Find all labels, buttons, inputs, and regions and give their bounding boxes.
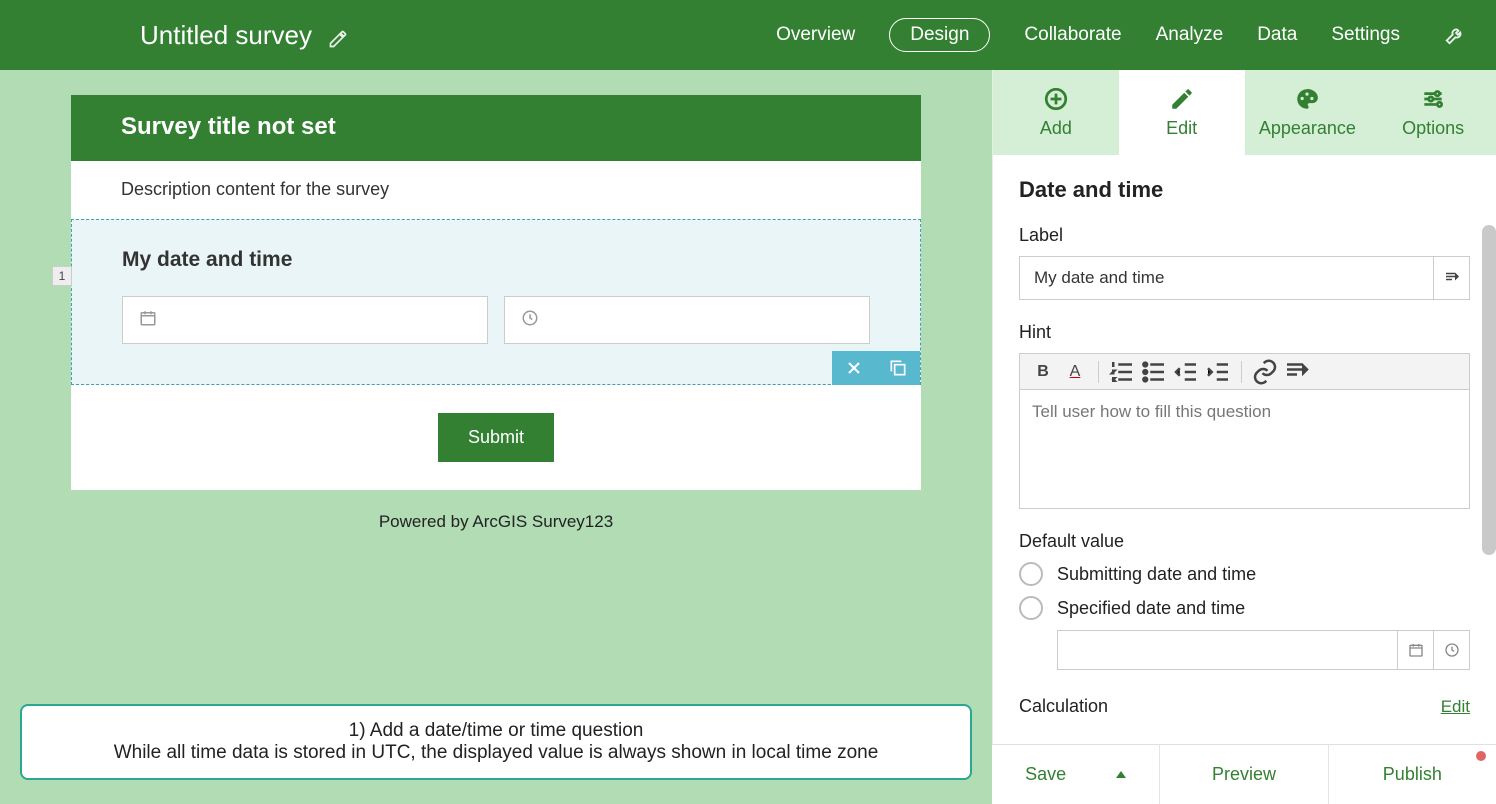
link-button[interactable]: [1250, 358, 1280, 386]
calculation-edit-link[interactable]: Edit: [1441, 697, 1470, 717]
calendar-icon: [139, 309, 157, 332]
default-value-label: Default value: [1019, 531, 1470, 552]
design-canvas: Survey title not set Description content…: [0, 70, 992, 804]
survey-title[interactable]: Untitled survey: [140, 20, 312, 51]
top-bar: Untitled survey Overview Design Collabor…: [0, 0, 1496, 70]
richtext-toolbar: B A: [1019, 353, 1470, 389]
survey-card: Survey title not set Description content…: [71, 95, 921, 490]
specified-value-input[interactable]: [1057, 630, 1398, 670]
nav-design[interactable]: Design: [889, 18, 990, 52]
time-input[interactable]: [504, 296, 870, 344]
bullet-list-button[interactable]: [1139, 358, 1169, 386]
tab-add[interactable]: Add: [993, 70, 1119, 155]
tab-options-label: Options: [1402, 118, 1464, 139]
nav-overview[interactable]: Overview: [776, 24, 855, 46]
font-color-button[interactable]: A: [1060, 358, 1090, 386]
delete-question-button[interactable]: [832, 351, 876, 385]
question-number: 1: [52, 266, 72, 286]
radio-submitting-label: Submitting date and time: [1057, 564, 1256, 585]
calculation-label: Calculation: [1019, 696, 1108, 717]
tab-appearance[interactable]: Appearance: [1245, 70, 1371, 155]
nav-collaborate[interactable]: Collaborate: [1024, 24, 1121, 46]
publish-button[interactable]: Publish: [1329, 745, 1496, 804]
question-datetime[interactable]: 1 My date and time: [71, 219, 921, 385]
indent-button[interactable]: [1203, 358, 1233, 386]
outdent-button[interactable]: [1171, 358, 1201, 386]
panel-heading: Date and time: [1019, 177, 1470, 203]
pencil-icon[interactable]: [328, 25, 348, 45]
label-field-label: Label: [1019, 225, 1470, 246]
tab-edit-label: Edit: [1166, 118, 1197, 139]
bold-button[interactable]: B: [1028, 358, 1058, 386]
scrollbar[interactable]: [1482, 225, 1496, 555]
duplicate-question-button[interactable]: [876, 351, 920, 385]
radio-specified[interactable]: [1019, 596, 1043, 620]
survey-description[interactable]: Description content for the survey: [71, 161, 921, 219]
unsaved-indicator-icon: [1476, 751, 1486, 761]
tab-options[interactable]: Options: [1370, 70, 1496, 155]
main-nav: Overview Design Collaborate Analyze Data…: [776, 18, 1466, 52]
numbered-list-button[interactable]: [1107, 358, 1137, 386]
hint-field-label: Hint: [1019, 322, 1470, 343]
powered-by: Powered by ArcGIS Survey123: [379, 512, 613, 532]
tutorial-callout: 1) Add a date/time or time question Whil…: [20, 704, 972, 780]
submit-button[interactable]: Submit: [438, 413, 554, 462]
panel-tabs: Add Edit Appearance Options: [993, 70, 1496, 155]
clock-icon: [521, 309, 539, 332]
nav-analyze[interactable]: Analyze: [1156, 24, 1224, 46]
specified-time-button[interactable]: [1434, 630, 1470, 670]
label-input[interactable]: [1019, 256, 1434, 300]
caret-up-icon: [1116, 771, 1126, 778]
nav-settings[interactable]: Settings: [1331, 24, 1400, 46]
date-input[interactable]: [122, 296, 488, 344]
properties-panel: Add Edit Appearance Options Date and tim…: [992, 70, 1496, 804]
save-button[interactable]: Save: [992, 745, 1160, 804]
expand-hint-button[interactable]: [1282, 358, 1312, 386]
preview-button[interactable]: Preview: [1160, 745, 1328, 804]
question-actions: [832, 351, 920, 385]
tutorial-line1: 1) Add a date/time or time question: [42, 720, 950, 742]
tab-edit[interactable]: Edit: [1119, 70, 1245, 155]
survey-header[interactable]: Survey title not set: [71, 95, 921, 161]
question-label: My date and time: [122, 248, 870, 272]
radio-submitting[interactable]: [1019, 562, 1043, 586]
radio-specified-label: Specified date and time: [1057, 598, 1245, 619]
tutorial-line2: While all time data is stored in UTC, th…: [42, 742, 950, 764]
tab-add-label: Add: [1040, 118, 1072, 139]
specified-date-button[interactable]: [1398, 630, 1434, 670]
nav-data[interactable]: Data: [1257, 24, 1297, 46]
tools-icon[interactable]: [1444, 24, 1466, 46]
hint-textarea[interactable]: Tell user how to fill this question: [1019, 389, 1470, 509]
footer-actions: Save Preview Publish: [992, 744, 1496, 804]
expand-label-button[interactable]: [1434, 256, 1470, 300]
tab-appearance-label: Appearance: [1259, 118, 1356, 139]
